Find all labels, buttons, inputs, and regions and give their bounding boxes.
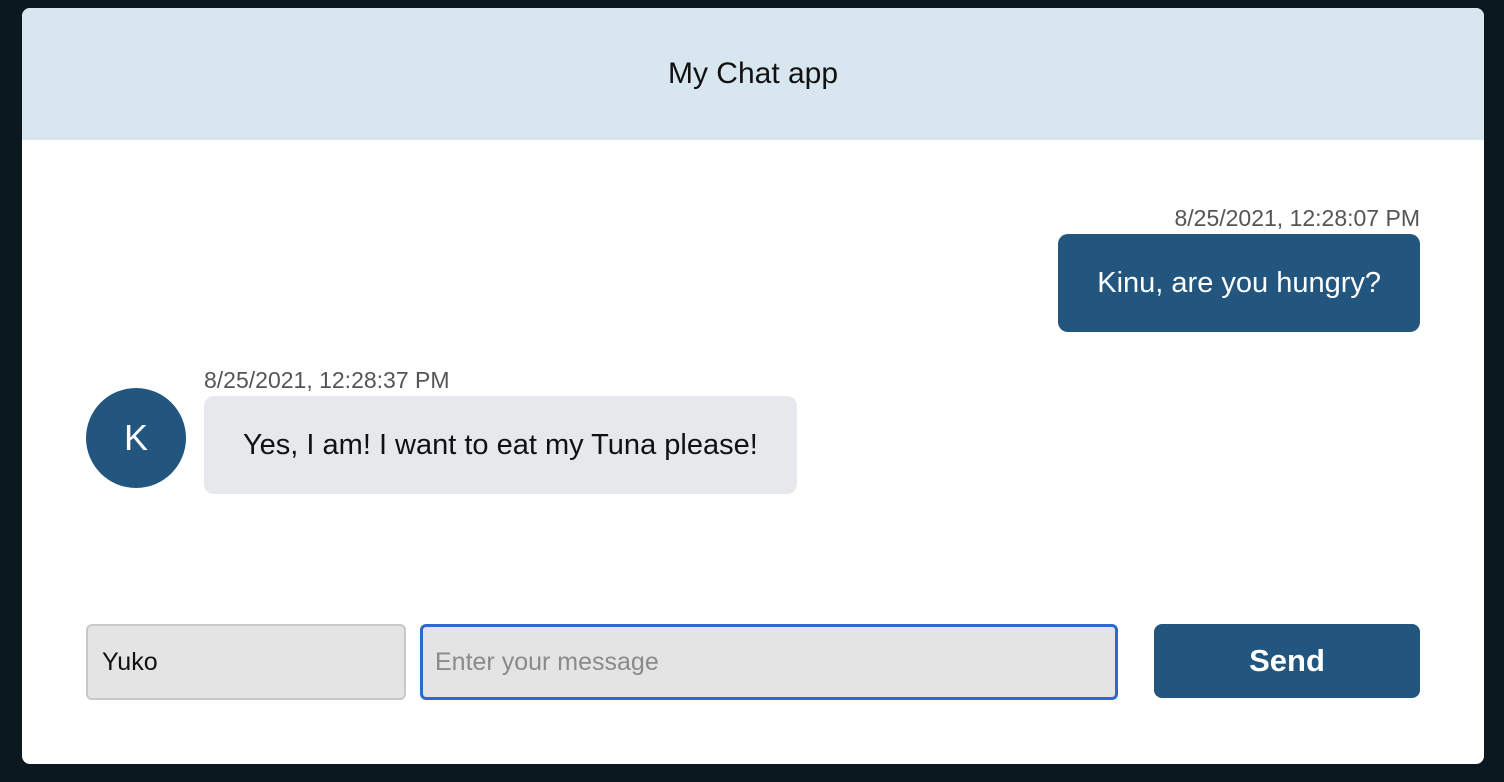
username-input[interactable]: [86, 624, 406, 700]
message-input[interactable]: [420, 624, 1118, 700]
message-timestamp: 8/25/2021, 12:28:07 PM: [1174, 205, 1420, 231]
message-bubble: Yes, I am! I want to eat my Tuna please!: [204, 396, 797, 494]
chat-app-window: My Chat app 8/25/2021, 12:28:07 PM Kinu,…: [22, 8, 1484, 764]
message-bubble: Kinu, are you hungry?: [1058, 234, 1420, 332]
message-outgoing: 8/25/2021, 12:28:07 PM Kinu, are you hun…: [1058, 204, 1420, 332]
message-list: 8/25/2021, 12:28:07 PM Kinu, are you hun…: [22, 140, 1484, 580]
app-header: My Chat app: [22, 8, 1484, 140]
app-title: My Chat app: [667, 57, 839, 90]
send-button[interactable]: Send: [1154, 624, 1420, 698]
avatar: K: [86, 388, 186, 488]
message-composer: Send: [86, 624, 1420, 700]
message-incoming: K 8/25/2021, 12:28:37 PM Yes, I am! I wa…: [86, 366, 797, 494]
message-timestamp: 8/25/2021, 12:28:37 PM: [204, 367, 450, 393]
